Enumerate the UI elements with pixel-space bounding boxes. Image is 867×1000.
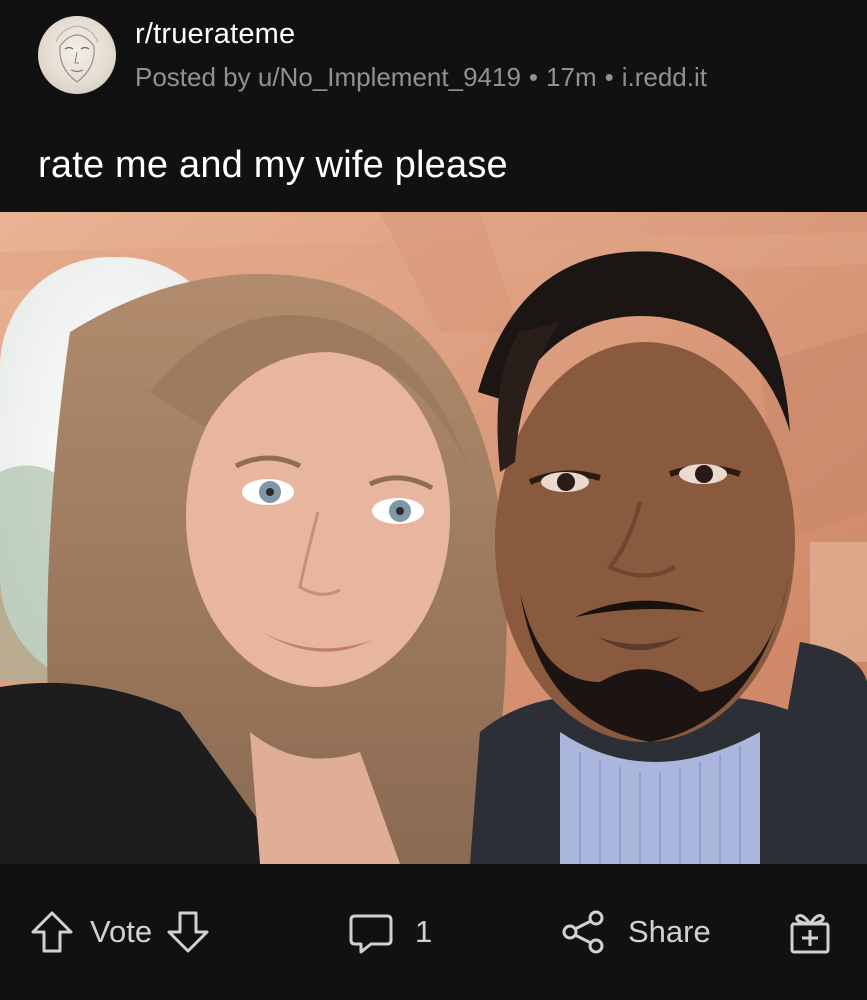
meta-separator: • xyxy=(604,62,614,92)
gift-box-icon xyxy=(790,914,830,954)
share-nodes-icon xyxy=(562,910,604,954)
post-domain[interactable]: i.redd.it xyxy=(622,62,707,92)
arrow-up-outline-icon xyxy=(31,911,73,953)
post-header: r/truerateme Posted by u/No_Implement_94… xyxy=(0,0,867,212)
face-sketch-icon xyxy=(55,25,99,83)
post-title[interactable]: rate me and my wife please xyxy=(38,144,508,187)
upvote-button[interactable] xyxy=(28,908,76,956)
couple-selfie-photo xyxy=(0,212,867,864)
vote-label: Vote xyxy=(90,914,153,949)
post-meta: Posted by u/No_Implement_9419 • 17m • i.redd… xyxy=(135,62,707,93)
share-button[interactable]: Share xyxy=(560,908,711,956)
vote-controls: Vote xyxy=(28,908,212,956)
subreddit-name[interactable]: r/truerateme xyxy=(135,18,295,51)
action-bar: Vote 1 Share xyxy=(0,864,867,1000)
arrow-down-outline-icon xyxy=(167,911,209,953)
comment-count: 1 xyxy=(415,914,433,949)
speech-bubble-icon xyxy=(349,914,393,954)
award-button[interactable] xyxy=(786,908,834,956)
meta-separator: • xyxy=(528,62,539,92)
post-image[interactable] xyxy=(0,212,867,864)
post-author[interactable]: Posted by u/No_Implement_9419 xyxy=(135,62,521,92)
share-label: Share xyxy=(628,914,711,949)
comments-button[interactable]: 1 xyxy=(347,908,432,956)
post-age: 17m xyxy=(546,62,597,92)
downvote-button[interactable] xyxy=(164,908,212,956)
subreddit-avatar[interactable] xyxy=(38,16,116,94)
